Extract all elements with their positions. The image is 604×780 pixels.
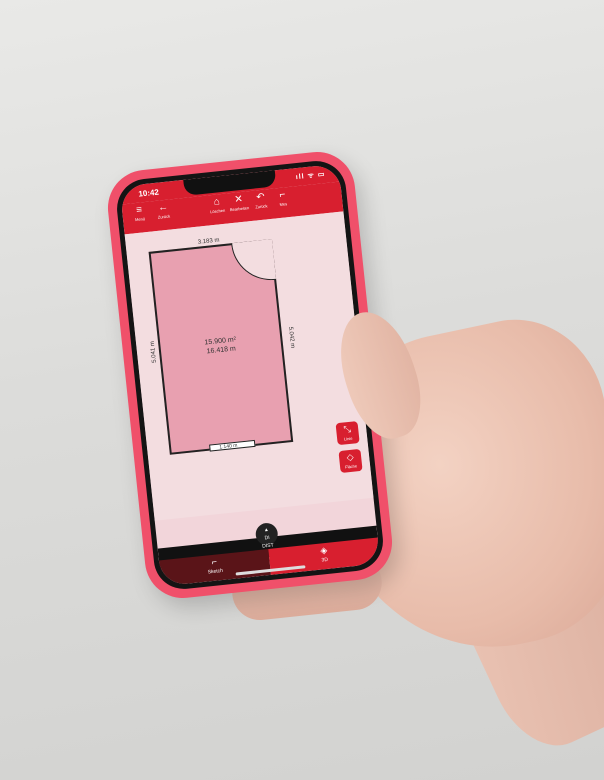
top-dimension: 3.183 m — [197, 237, 220, 246]
line-label: Linie — [343, 435, 353, 442]
back-button[interactable]: ← Zurück — [150, 201, 178, 221]
room-metrics: 15.900 m² 16.418 m — [160, 331, 281, 361]
status-time: 10:42 — [138, 187, 160, 199]
line-icon: ⤡ — [343, 423, 352, 435]
status-icons: ıll ᯤ ▭ — [295, 171, 326, 182]
measure-button[interactable]: ⌐ Mes — [269, 188, 297, 208]
photo-scene: 10:42 ıll ᯤ ▭ ≡ Menü ← Zurück ⌂ Löschen — [0, 0, 604, 780]
left-dimension: 5.041 m — [149, 340, 159, 364]
area-label: Fläche — [344, 463, 358, 470]
bottom-dimension: 1.140 m — [219, 442, 238, 451]
door-arc — [231, 238, 277, 285]
line-button[interactable]: ⤡ Linie — [335, 421, 360, 446]
right-dimension: 5.042 m — [287, 326, 296, 349]
area-icon: ◇ — [346, 451, 355, 463]
disto-logo: ▲ DI DIST — [254, 522, 279, 550]
sketch-canvas[interactable]: 3.183 m 5.041 m 5.042 m 1.140 m 15.900 m… — [124, 211, 374, 521]
phone-screen: 10:42 ıll ᯤ ▭ ≡ Menü ← Zurück ⌂ Löschen — [119, 163, 381, 587]
room-outline[interactable]: 3.183 m 5.041 m 5.042 m 1.140 m 15.900 m… — [148, 237, 296, 455]
area-button[interactable]: ◇ Fläche — [338, 448, 363, 474]
